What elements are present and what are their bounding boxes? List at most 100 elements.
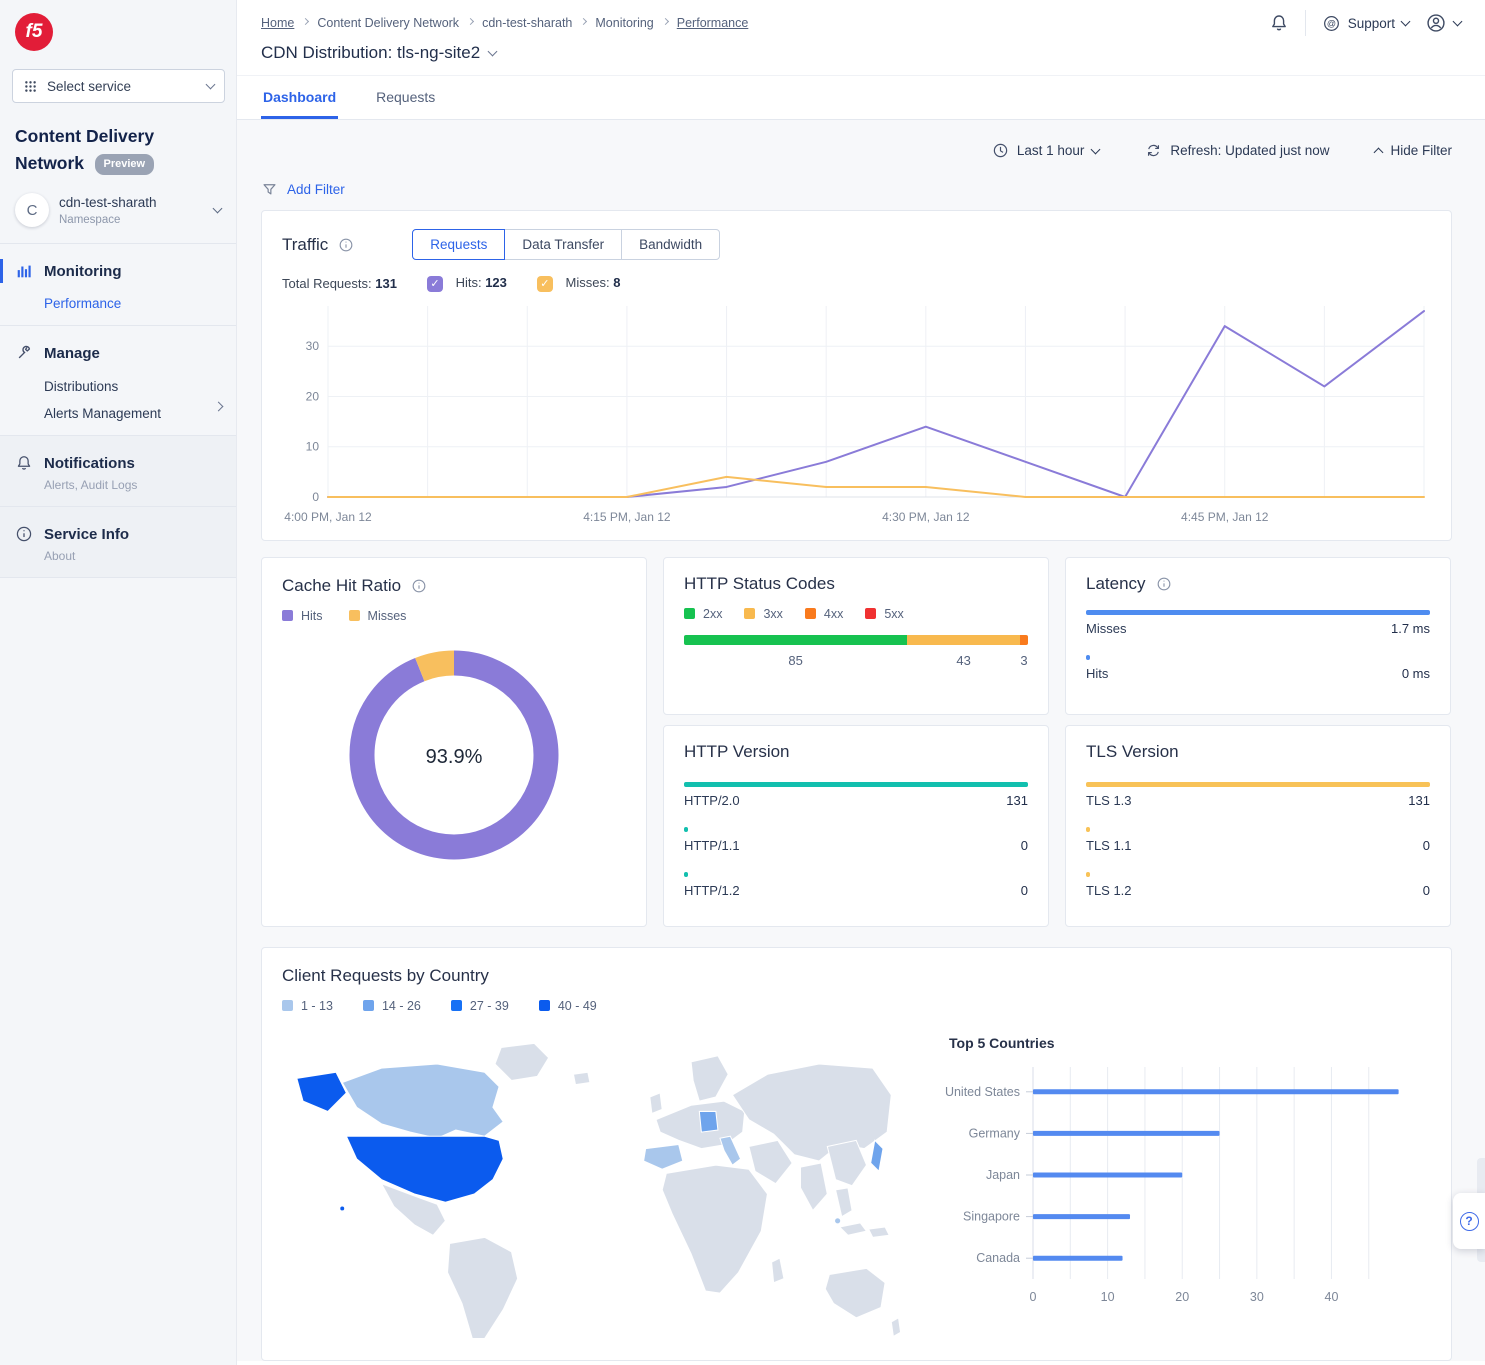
- misses-toggle[interactable]: ✓ Misses: 8: [537, 275, 621, 292]
- hits-toggle[interactable]: ✓ Hits: 123: [427, 275, 507, 292]
- user-avatar-icon: [1425, 12, 1447, 34]
- sidebar-section-notifications: Notifications Alerts, Audit Logs: [0, 435, 236, 506]
- svg-text:20: 20: [306, 389, 320, 403]
- bottom-strip: [237, 1361, 1485, 1365]
- country-singapore[interactable]: [835, 1217, 841, 1223]
- sidebar-item-performance[interactable]: Performance: [0, 283, 236, 311]
- country-usa[interactable]: [346, 1136, 503, 1202]
- cache-hit-ratio-card: Cache Hit Ratio Hits Misses: [261, 557, 647, 927]
- status-stacked-bar: [684, 635, 1028, 645]
- app-root: f5 Select service Content Delivery Netwo…: [0, 0, 1485, 1365]
- sidebar-section-monitoring: Monitoring Performance: [0, 243, 236, 325]
- status-legend: 2xx 3xx 4xx 5xx: [684, 607, 1028, 621]
- svg-text:Germany: Germany: [969, 1126, 1021, 1140]
- sidebar-item-manage[interactable]: Manage: [0, 341, 236, 365]
- sidebar-item-service-info[interactable]: Service Info: [0, 522, 236, 546]
- tls11-meter: TLS 1.10: [1086, 827, 1430, 853]
- notifications-bell-icon[interactable]: [1269, 13, 1289, 33]
- info-icon[interactable]: [411, 578, 427, 594]
- region-south-america: [448, 1237, 518, 1338]
- country-germany[interactable]: [699, 1111, 718, 1132]
- support-label: Support: [1348, 16, 1395, 31]
- sidebar-item-label: Notifications: [44, 455, 135, 472]
- help-button[interactable]: ?: [1453, 1193, 1485, 1249]
- divider: [1305, 10, 1306, 36]
- traffic-mode-bandwidth[interactable]: Bandwidth: [621, 229, 720, 260]
- main-area: Home Content Delivery Network cdn-test-s…: [237, 0, 1485, 1365]
- traffic-mode-data-transfer[interactable]: Data Transfer: [504, 229, 622, 260]
- hits-checkbox[interactable]: ✓: [427, 276, 443, 292]
- traffic-card: Traffic Requests Data Transfer Bandwidth…: [261, 210, 1452, 541]
- world-map: [282, 1019, 927, 1360]
- chevron-right-icon: [580, 18, 587, 25]
- bar-chart-icon: [15, 262, 33, 280]
- top-bar: Home Content Delivery Network cdn-test-s…: [237, 0, 1485, 76]
- chevron-down-icon: [206, 80, 216, 90]
- cache-title: Cache Hit Ratio: [282, 576, 401, 596]
- tls-version-title: TLS Version: [1086, 742, 1179, 761]
- add-filter-button[interactable]: Add Filter: [261, 181, 1452, 198]
- sidebar-item-label: Manage: [44, 345, 100, 362]
- region-indonesia: [840, 1222, 867, 1234]
- misses-checkbox[interactable]: ✓: [537, 276, 553, 292]
- grid-icon: [23, 79, 38, 94]
- f5-logo[interactable]: f5: [0, 0, 236, 59]
- status-segment-3xx: [907, 635, 1020, 645]
- http2-meter: HTTP/2.0131: [684, 782, 1028, 808]
- breadcrumb-namespace[interactable]: cdn-test-sharath: [482, 16, 572, 30]
- breadcrumb-cdn[interactable]: Content Delivery Network: [317, 16, 459, 30]
- country-italy[interactable]: [720, 1136, 741, 1165]
- breadcrumb-monitoring[interactable]: Monitoring: [595, 16, 653, 30]
- svg-text:40: 40: [1325, 1290, 1339, 1304]
- sidebar-item-alerts-management[interactable]: Alerts Management: [0, 394, 161, 421]
- total-requests-stat: Total Requests: 131: [282, 276, 397, 291]
- account-menu[interactable]: [1425, 12, 1461, 34]
- region-indonesia-2: [869, 1227, 890, 1237]
- breadcrumb-home[interactable]: Home: [261, 16, 294, 30]
- sidebar-item-sublabel: About: [44, 549, 236, 563]
- info-icon[interactable]: [338, 237, 354, 253]
- select-service-dropdown[interactable]: Select service: [12, 69, 225, 103]
- status-segment-value: 3: [1020, 653, 1028, 668]
- preview-badge: Preview: [95, 154, 155, 175]
- sidebar-item-monitoring[interactable]: Monitoring: [0, 259, 236, 283]
- namespace-selector[interactable]: C cdn-test-sharath Namespace: [0, 181, 236, 243]
- support-menu[interactable]: @ Support: [1322, 14, 1409, 33]
- chevron-right-icon: [214, 401, 224, 411]
- namespace-type: Namespace: [59, 214, 157, 226]
- latency-misses-meter: Misses1.7 ms: [1086, 610, 1430, 636]
- status-bar-labels: 85433: [684, 653, 1028, 668]
- bell-icon: [15, 454, 33, 472]
- country-usa-alaska[interactable]: [297, 1072, 347, 1111]
- info-icon[interactable]: [1156, 576, 1172, 592]
- sidebar-item-distributions[interactable]: Distributions: [0, 365, 236, 394]
- chevron-down-icon: [1091, 144, 1101, 154]
- wrench-icon: [15, 344, 33, 362]
- latency-card: Latency Misses1.7 ms Hits0 ms: [1065, 557, 1451, 715]
- sidebar-item-notifications[interactable]: Notifications: [0, 451, 236, 475]
- breadcrumb-performance[interactable]: Performance: [677, 16, 749, 30]
- bucket2-swatch: [363, 1000, 374, 1011]
- hide-filter-button[interactable]: Hide Filter: [1375, 143, 1452, 158]
- misses-swatch: [349, 610, 360, 621]
- chevron-down-icon: [1453, 17, 1463, 27]
- page-title-dropdown[interactable]: CDN Distribution: tls-ng-site2: [261, 43, 1461, 63]
- country-canada[interactable]: [342, 1063, 503, 1137]
- region-africa: [662, 1165, 767, 1293]
- country-usa-hawaii[interactable]: [340, 1205, 345, 1210]
- add-filter-label: Add Filter: [287, 182, 345, 197]
- country-spain[interactable]: [644, 1144, 683, 1169]
- traffic-mode-requests[interactable]: Requests: [412, 229, 505, 260]
- time-range-dropdown[interactable]: Last 1 hour: [992, 142, 1100, 159]
- tab-dashboard[interactable]: Dashboard: [261, 76, 338, 119]
- status-2xx-swatch: [684, 608, 695, 619]
- refresh-button[interactable]: Refresh: Updated just now: [1145, 142, 1329, 159]
- chevron-right-icon: [662, 18, 669, 25]
- chevron-right-icon: [302, 18, 309, 25]
- country-japan[interactable]: [871, 1140, 883, 1171]
- tab-requests[interactable]: Requests: [374, 76, 437, 119]
- traffic-mode-toggle: Requests Data Transfer Bandwidth: [412, 229, 720, 260]
- page-tabs: Dashboard Requests: [237, 76, 1485, 120]
- status-3xx-swatch: [744, 608, 755, 619]
- status-segment-2xx: [684, 635, 907, 645]
